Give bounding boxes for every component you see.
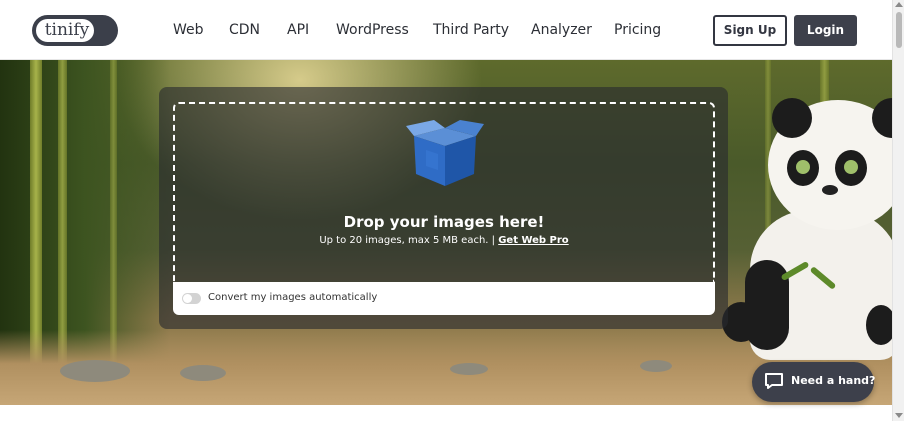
stone xyxy=(60,360,130,382)
nav-third-party[interactable]: Third Party xyxy=(433,22,509,42)
logo-text: tinify xyxy=(44,20,90,40)
panda-iris xyxy=(844,160,858,174)
page-continuation xyxy=(0,405,892,421)
get-web-pro-link[interactable]: Get Web Pro xyxy=(498,235,568,246)
panda-ear xyxy=(772,98,812,138)
scroll-down-arrow-icon[interactable] xyxy=(895,413,903,418)
nav-web[interactable]: Web xyxy=(173,22,204,42)
site-header: tinify Web CDN API WordPress Third Party… xyxy=(0,0,892,60)
convert-toggle[interactable] xyxy=(182,293,201,304)
panda-iris xyxy=(796,160,810,174)
convert-label: Convert my images automatically xyxy=(208,292,378,303)
nav-wordpress[interactable]: WordPress xyxy=(336,22,409,42)
page-scrollbar[interactable] xyxy=(892,0,904,421)
tinify-logo[interactable]: tinify xyxy=(32,15,118,46)
drop-subtitle: Up to 20 images, max 5 MB each. | Get We… xyxy=(173,235,715,246)
scroll-up-arrow-icon[interactable] xyxy=(895,2,903,7)
nav-api[interactable]: API xyxy=(287,22,309,42)
convert-bar: Convert my images automatically xyxy=(173,282,715,315)
sign-up-button[interactable]: Sign Up xyxy=(713,15,787,46)
box-icon xyxy=(406,120,484,186)
stone xyxy=(180,365,226,381)
scroll-thumb[interactable] xyxy=(896,12,902,48)
stone xyxy=(640,360,672,372)
login-button[interactable]: Login xyxy=(794,15,857,46)
drop-title: Drop your images here! xyxy=(343,213,545,231)
nav-pricing[interactable]: Pricing xyxy=(614,22,661,42)
toggle-knob xyxy=(183,294,192,303)
chat-label: Need a hand? xyxy=(791,374,876,387)
nav-analyzer[interactable]: Analyzer xyxy=(531,22,592,42)
chat-bubble-icon xyxy=(765,373,783,389)
drop-limits-text: Up to 20 images, max 5 MB each. | xyxy=(319,235,496,246)
stone xyxy=(450,363,488,375)
need-a-hand-button[interactable]: Need a hand? xyxy=(752,362,876,402)
nav-cdn[interactable]: CDN xyxy=(229,22,260,42)
logo-badge: tinify xyxy=(34,17,96,44)
panda-nose xyxy=(822,185,838,195)
